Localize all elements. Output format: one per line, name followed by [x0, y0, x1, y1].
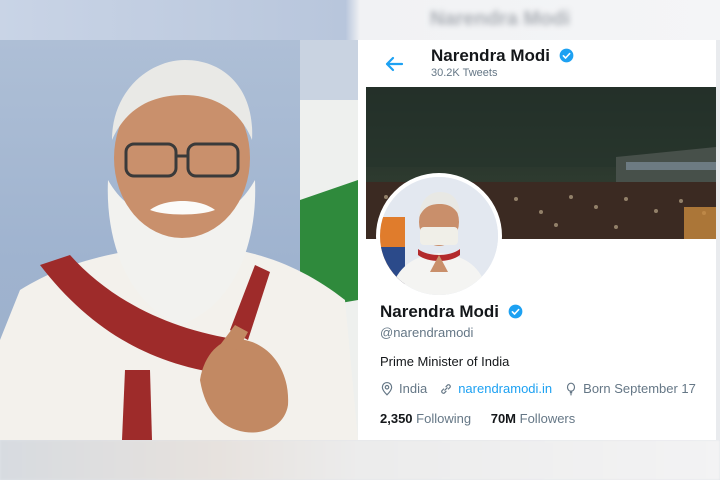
verified-badge-icon [559, 48, 574, 63]
balloon-icon [567, 382, 576, 395]
blurred-backdrop-bottom [0, 440, 720, 480]
twitter-profile-panel: Narendra Modi 30.2K Tweets Narendra Modi… [366, 40, 716, 440]
tweet-count: 30.2K Tweets [431, 67, 498, 79]
website-link[interactable]: narendramodi.in [458, 381, 552, 396]
website: narendramodi.in [439, 381, 552, 396]
followers-count: 70M [490, 411, 517, 426]
profile-stats: 2,350 Following 70M Followers [380, 411, 591, 426]
profile-handle: @narendramodi [380, 325, 474, 340]
profile-bio: Prime Minister of India [380, 354, 510, 369]
location: India [380, 381, 427, 396]
location-text: India [399, 381, 428, 396]
blurred-backdrop-right [716, 40, 720, 440]
following-label: Following [416, 411, 472, 426]
location-pin-icon [381, 381, 393, 396]
birthday: Born September 17 [564, 381, 696, 396]
portrait-photo [0, 40, 358, 440]
following-count: 2,350 [380, 411, 413, 426]
header-name: Narendra Modi [431, 46, 574, 66]
link-icon [441, 383, 452, 394]
profile-meta: India narendramodi.in Born September 17 [380, 381, 708, 396]
profile-name-text: Narendra Modi [380, 302, 500, 321]
header-name-text: Narendra Modi [431, 46, 551, 65]
followers-label: Followers [519, 411, 576, 426]
panel-divider [358, 40, 366, 440]
profile-name: Narendra Modi [380, 302, 523, 322]
portrait-illustration [0, 40, 358, 440]
blurred-title: Narendra Modi [430, 8, 571, 30]
back-arrow-icon[interactable] [382, 52, 406, 76]
blurred-backdrop-top: Narendra Modi [0, 0, 720, 40]
birthday-text: Born September 17 [583, 381, 696, 396]
profile-header-bar: Narendra Modi 30.2K Tweets [366, 40, 716, 87]
avatar-illustration [380, 177, 498, 295]
verified-badge-icon [508, 304, 523, 319]
following-link[interactable]: 2,350 Following [380, 411, 475, 426]
profile-avatar[interactable] [376, 173, 502, 299]
followers-link[interactable]: 70M Followers [491, 411, 576, 426]
